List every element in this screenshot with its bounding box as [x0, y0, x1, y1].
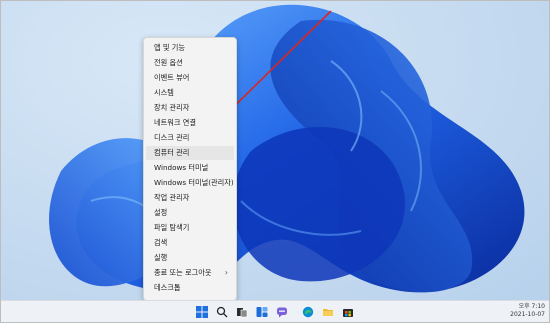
menu-item-label: 데스크톱 [154, 283, 181, 292]
taskbar: 오후 7:10 2021-10-07 [1, 300, 549, 322]
windows-start-icon[interactable] [195, 305, 209, 319]
menu-item-label: 실행 [154, 253, 168, 262]
menu-item-windows-terminal[interactable]: Windows 터미널 [146, 161, 234, 175]
menu-item-search[interactable]: 검색 [146, 236, 234, 250]
menu-item-label: Windows 터미널(관리자) [154, 178, 234, 187]
menu-item-shutdown-signout[interactable]: 종료 또는 로그아웃 › [146, 266, 234, 280]
menu-item-label: 작업 관리자 [154, 193, 190, 202]
annotation-arrow [197, 10, 332, 143]
menu-item-task-manager[interactable]: 작업 관리자 [146, 191, 234, 205]
menu-item-windows-terminal-admin[interactable]: Windows 터미널(관리자) [146, 176, 234, 190]
menu-item-apps-features[interactable]: 앱 및 기능 [146, 41, 234, 55]
winx-context-menu: 앱 및 기능 전원 옵션 이벤트 뷰어 시스템 장치 관리자 네트워크 연결 디… [143, 37, 237, 301]
file-explorer-icon[interactable] [321, 305, 335, 319]
menu-item-power-options[interactable]: 전원 옵션 [146, 56, 234, 70]
menu-item-system[interactable]: 시스템 [146, 86, 234, 100]
menu-item-label: Windows 터미널 [154, 163, 209, 172]
menu-item-device-manager[interactable]: 장치 관리자 [146, 101, 234, 115]
clock-time: 오후 7:10 [518, 303, 545, 310]
clock-date: 2021-10-07 [510, 311, 545, 318]
menu-item-label: 시스템 [154, 88, 174, 97]
chat-icon[interactable] [275, 305, 289, 319]
screenshot-frame: 앱 및 기능 전원 옵션 이벤트 뷰어 시스템 장치 관리자 네트워크 연결 디… [0, 0, 550, 323]
menu-item-file-explorer[interactable]: 파일 탐색기 [146, 221, 234, 235]
menu-item-desktop[interactable]: 데스크톱 [146, 281, 234, 295]
menu-item-label: 종료 또는 로그아웃 [154, 268, 212, 277]
menu-item-label: 전원 옵션 [154, 58, 183, 67]
menu-item-label: 장치 관리자 [154, 103, 190, 112]
menu-item-disk-management[interactable]: 디스크 관리 [146, 131, 234, 145]
menu-item-label: 디스크 관리 [154, 133, 190, 142]
menu-item-label: 이벤트 뷰어 [154, 73, 190, 82]
menu-item-event-viewer[interactable]: 이벤트 뷰어 [146, 71, 234, 85]
chevron-right-icon: › [224, 268, 228, 277]
menu-item-network-connections[interactable]: 네트워크 연결 [146, 116, 234, 130]
menu-item-label: 네트워크 연결 [154, 118, 196, 127]
widgets-icon[interactable] [255, 305, 269, 319]
menu-item-label: 파일 탐색기 [154, 223, 190, 232]
menu-item-label: 설정 [154, 208, 168, 217]
search-icon[interactable] [215, 305, 229, 319]
system-tray-clock[interactable]: 오후 7:10 2021-10-07 [501, 303, 545, 319]
edge-icon[interactable] [301, 305, 315, 319]
menu-item-label: 앱 및 기능 [154, 43, 186, 52]
store-icon[interactable] [341, 305, 355, 319]
menu-item-computer-management[interactable]: 컴퓨터 관리 [146, 146, 234, 160]
task-view-icon[interactable] [235, 305, 249, 319]
menu-item-settings[interactable]: 설정 [146, 206, 234, 220]
menu-item-label: 검색 [154, 238, 168, 247]
menu-item-run[interactable]: 실행 [146, 251, 234, 265]
menu-item-label: 컴퓨터 관리 [154, 148, 190, 157]
